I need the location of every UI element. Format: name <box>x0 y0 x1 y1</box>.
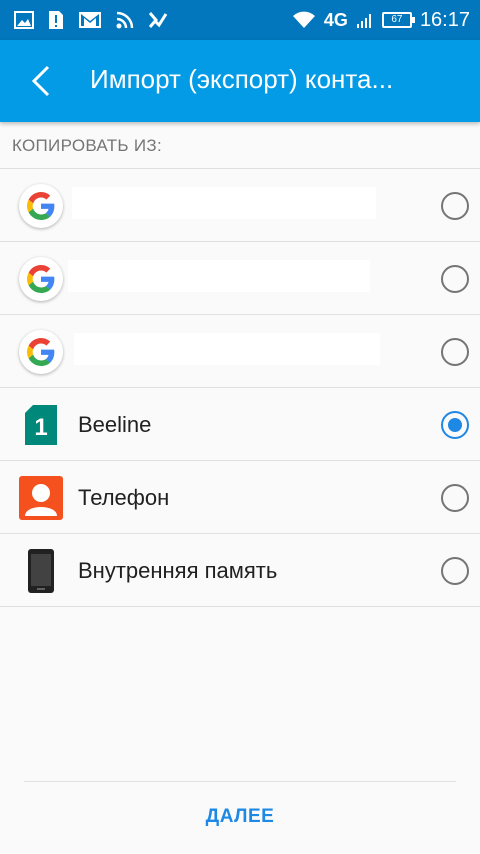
section-header: КОПИРОВАТЬ ИЗ: <box>12 136 163 155</box>
google-icon <box>19 257 63 301</box>
account-label: Внутренняя память <box>78 558 278 583</box>
google-icon <box>19 184 63 228</box>
google-icon <box>19 330 63 374</box>
google-account-item[interactable] <box>0 242 480 315</box>
phone-storage-item[interactable]: Телефон <box>0 461 480 534</box>
smartphone-icon <box>28 549 54 593</box>
radio-button[interactable] <box>441 192 469 220</box>
account-label: Beeline <box>78 412 152 437</box>
source-list: 1 Beeline Телефон Внутренняя память <box>0 169 480 607</box>
contact-person-icon <box>19 476 63 520</box>
radio-dot <box>448 418 462 432</box>
next-button[interactable]: ДАЛЕЕ <box>0 806 480 828</box>
sim-number: 1 <box>34 414 47 441</box>
account-label: Телефон <box>78 485 170 510</box>
page-title: Импорт (экспорт) конта... <box>90 64 394 94</box>
radio-button[interactable] <box>441 265 469 293</box>
sim-card-icon: 1 <box>25 405 57 445</box>
divider <box>24 781 456 782</box>
gmail-icon <box>79 12 101 28</box>
redacted-email <box>68 260 370 292</box>
internal-storage-item[interactable]: Внутренняя память <box>0 534 480 607</box>
google-account-item[interactable] <box>0 315 480 388</box>
clock: 16:17 <box>419 8 470 31</box>
radio-button[interactable] <box>441 557 469 585</box>
signal-icon <box>356 14 371 28</box>
battery-icon: 67 <box>381 12 415 28</box>
system-icons: 4G 67 16:17 <box>292 6 470 34</box>
sim-card-item[interactable]: 1 Beeline <box>0 388 480 461</box>
status-bar: 4G 67 16:17 <box>0 0 480 40</box>
network-type: 4G <box>323 9 348 30</box>
notification-icons <box>14 8 168 32</box>
redacted-email <box>72 187 376 219</box>
radio-button[interactable] <box>441 338 469 366</box>
sim-alert-icon <box>49 11 63 29</box>
redacted-email <box>74 333 380 365</box>
radio-button-selected[interactable] <box>441 411 469 439</box>
app-bar: Импорт (экспорт) конта... <box>0 40 480 122</box>
gallery-icon <box>14 11 34 29</box>
check-badge-icon <box>148 12 168 28</box>
radio-button[interactable] <box>441 484 469 512</box>
rss-icon <box>116 11 134 29</box>
wifi-icon <box>292 11 315 28</box>
google-account-item[interactable] <box>0 169 480 242</box>
back-arrow-icon[interactable] <box>22 61 62 101</box>
